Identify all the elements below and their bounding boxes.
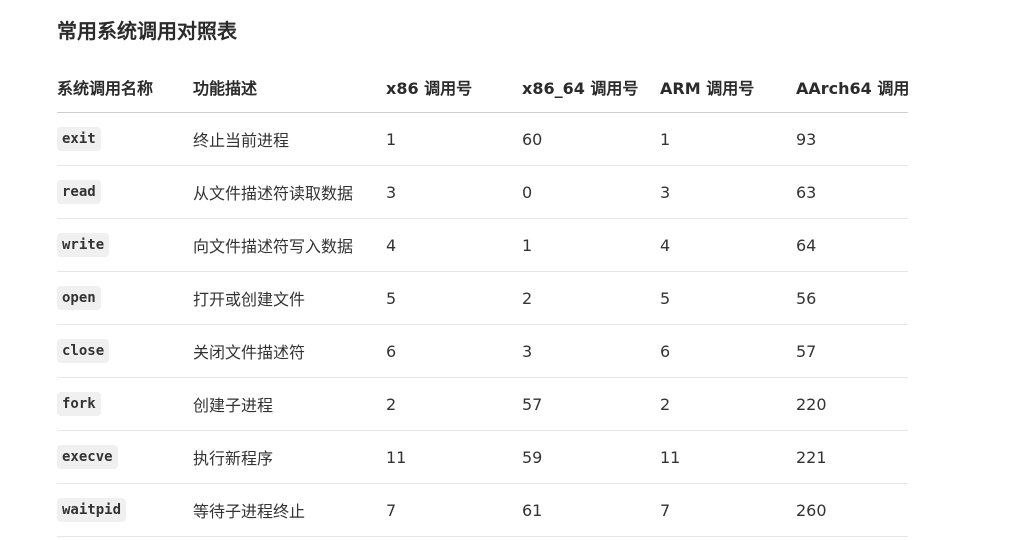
syscall-code: open: [57, 286, 101, 310]
page-title: 常用系统调用对照表: [57, 19, 237, 43]
cell-aarch64: 93: [796, 112, 908, 166]
syscall-code: write: [57, 233, 110, 257]
cell-arm: 1: [660, 112, 796, 166]
cell-arm: 4: [660, 218, 796, 272]
header-x86: x86 调用号: [386, 62, 522, 113]
header-syscall-name: 系统调用名称: [57, 62, 193, 113]
cell-x86-64: 2: [522, 271, 660, 325]
cell-x86: 6: [386, 324, 522, 378]
cell-x86: 1: [386, 112, 522, 166]
header-description: 功能描述: [193, 62, 386, 113]
syscall-code: read: [57, 180, 101, 204]
table-header-row: 系统调用名称 功能描述 x86 调用号 x86_64 调用号 ARM 调用号 A…: [57, 62, 908, 113]
table-row: fork 创建子进程 2 57 2 220: [57, 377, 908, 431]
cell-syscall-name: waitpid: [57, 483, 193, 537]
cell-arm: 5: [660, 271, 796, 325]
cell-x86-64: 60: [522, 112, 660, 166]
header-aarch64: AArch64 调用: [796, 62, 908, 113]
cell-syscall-name: write: [57, 218, 193, 272]
cell-syscall-name: close: [57, 324, 193, 378]
cell-aarch64: 260: [796, 483, 908, 537]
cell-x86: 5: [386, 271, 522, 325]
cell-description: 创建子进程: [193, 377, 386, 431]
cell-arm: 7: [660, 483, 796, 537]
cell-arm: 6: [660, 324, 796, 378]
cell-syscall-name: exit: [57, 112, 193, 166]
cell-x86: 4: [386, 218, 522, 272]
cell-x86: 11: [386, 430, 522, 484]
cell-x86-64: 59: [522, 430, 660, 484]
cell-description: 执行新程序: [193, 430, 386, 484]
cell-aarch64: 63: [796, 165, 908, 219]
cell-syscall-name: execve: [57, 430, 193, 484]
cell-arm: 2: [660, 377, 796, 431]
cell-aarch64: 220: [796, 377, 908, 431]
cell-x86: 3: [386, 165, 522, 219]
table-row: execve 执行新程序 11 59 11 221: [57, 430, 908, 484]
cell-x86: 2: [386, 377, 522, 431]
table-row: write 向文件描述符写入数据 4 1 4 64: [57, 218, 908, 272]
cell-x86: 7: [386, 483, 522, 537]
cell-x86-64: 3: [522, 324, 660, 378]
cell-x86-64: 0: [522, 165, 660, 219]
cell-x86-64: 61: [522, 483, 660, 537]
header-arm: ARM 调用号: [660, 62, 796, 113]
table-row: waitpid 等待子进程终止 7 61 7 260: [57, 483, 908, 537]
cell-description: 终止当前进程: [193, 112, 386, 166]
cell-arm: 3: [660, 165, 796, 219]
cell-description: 从文件描述符读取数据: [193, 165, 386, 219]
cell-description: 打开或创建文件: [193, 271, 386, 325]
cell-syscall-name: fork: [57, 377, 193, 431]
table-row: open 打开或创建文件 5 2 5 56: [57, 271, 908, 325]
cell-x86-64: 57: [522, 377, 660, 431]
cell-description: 关闭文件描述符: [193, 324, 386, 378]
syscall-code: waitpid: [57, 498, 127, 522]
cell-aarch64: 221: [796, 430, 908, 484]
cell-syscall-name: open: [57, 271, 193, 325]
cell-aarch64: 64: [796, 218, 908, 272]
cell-aarch64: 56: [796, 271, 908, 325]
cell-syscall-name: read: [57, 165, 193, 219]
syscall-table: 系统调用名称 功能描述 x86 调用号 x86_64 调用号 ARM 调用号 A…: [57, 62, 908, 537]
header-x86-64: x86_64 调用号: [522, 62, 660, 113]
table-row: read 从文件描述符读取数据 3 0 3 63: [57, 165, 908, 219]
cell-description: 向文件描述符写入数据: [193, 218, 386, 272]
syscall-code: exit: [57, 127, 101, 151]
cell-arm: 11: [660, 430, 796, 484]
table-row: close 关闭文件描述符 6 3 6 57: [57, 324, 908, 378]
syscall-code: execve: [57, 445, 118, 469]
cell-description: 等待子进程终止: [193, 483, 386, 537]
cell-aarch64: 57: [796, 324, 908, 378]
table-row: exit 终止当前进程 1 60 1 93: [57, 112, 908, 166]
syscall-code: fork: [57, 392, 101, 416]
cell-x86-64: 1: [522, 218, 660, 272]
syscall-code: close: [57, 339, 110, 363]
